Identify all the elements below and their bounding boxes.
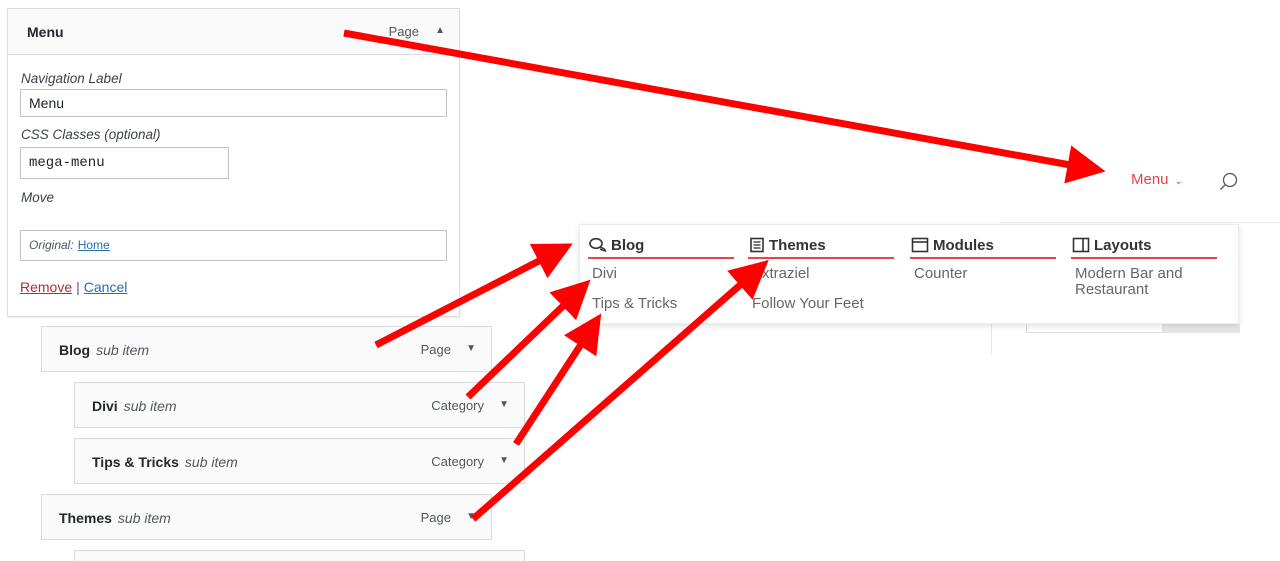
- window-icon: [911, 237, 929, 253]
- mega-link[interactable]: Extraziel: [748, 266, 894, 282]
- mega-link[interactable]: Divi: [588, 266, 734, 282]
- cancel-link[interactable]: Cancel: [84, 279, 128, 295]
- sub-item-title: Divi sub item: [92, 398, 177, 414]
- navigation-label-input[interactable]: [20, 89, 447, 117]
- chevron-down-icon: ⌄: [1174, 176, 1183, 187]
- sub-item-tips-tricks[interactable]: Tips & Tricks sub item Category ▼: [74, 438, 525, 484]
- expand-arrow-icon[interactable]: ▼: [466, 343, 476, 354]
- remove-link[interactable]: Remove: [20, 279, 72, 295]
- item-actions: Remove | Cancel: [20, 279, 127, 295]
- expand-arrow-icon[interactable]: ▼: [499, 455, 509, 466]
- sub-item-suffix: sub item: [96, 342, 150, 358]
- book-icon: [750, 237, 764, 253]
- sub-item-type: Page: [420, 342, 451, 357]
- navigation-label-caption: Navigation Label: [21, 71, 122, 86]
- mega-column-heading[interactable]: Layouts: [1071, 233, 1217, 259]
- sub-item-suffix: sub item: [117, 510, 171, 526]
- mega-column-blog: Blog Divi Tips & Tricks: [588, 233, 734, 312]
- original-home-link[interactable]: Home: [78, 238, 110, 252]
- collapse-arrow-icon[interactable]: ▲: [435, 25, 445, 36]
- original-caption: Original:: [29, 238, 74, 252]
- sub-item-type: Page: [420, 510, 451, 525]
- chat-bubbles-icon: [589, 237, 607, 252]
- original-link-box: Original: Home: [20, 230, 447, 261]
- sub-item-title: Themes sub item: [59, 510, 171, 526]
- menu-item-bar[interactable]: Menu Page ▲: [8, 9, 459, 55]
- expand-arrow-icon[interactable]: ▼: [466, 511, 476, 522]
- menu-item-settings-panel: Menu Page ▲ Navigation Label CSS Classes…: [7, 8, 460, 317]
- arrow-tips-to-tips: [513, 313, 602, 446]
- mega-link[interactable]: Follow Your Feet: [748, 296, 894, 312]
- menu-item-type: Page: [388, 24, 419, 39]
- mega-menu-dropdown: Blog Divi Tips & Tricks Themes Extraziel…: [579, 224, 1239, 324]
- sub-item-partial[interactable]: [74, 550, 525, 561]
- mega-column-heading[interactable]: Themes: [748, 233, 894, 259]
- layout-icon: [1072, 237, 1090, 253]
- mega-column-heading[interactable]: Blog: [588, 233, 734, 259]
- mega-column-heading[interactable]: Modules: [910, 233, 1056, 259]
- mega-column-modules: Modules Counter: [910, 233, 1056, 282]
- sub-item-themes[interactable]: Themes sub item Page ▼: [41, 494, 492, 540]
- mega-column-layouts: Layouts Modern Bar and Restaurant: [1071, 233, 1217, 298]
- sidebar-divider: [991, 324, 992, 354]
- mega-link[interactable]: Counter: [910, 266, 1056, 282]
- sub-item-blog[interactable]: Blog sub item Page ▼: [41, 326, 492, 372]
- mega-link[interactable]: Tips & Tricks: [588, 296, 734, 312]
- css-classes-caption: CSS Classes (optional): [21, 127, 161, 142]
- search-icon[interactable]: [1217, 170, 1241, 194]
- expand-arrow-icon[interactable]: ▼: [499, 399, 509, 410]
- sub-item-title: Blog sub item: [59, 342, 150, 358]
- mega-link[interactable]: Modern Bar and Restaurant: [1071, 266, 1201, 298]
- move-caption: Move: [21, 190, 55, 205]
- sub-item-type: Category: [431, 454, 484, 469]
- nav-menu-link[interactable]: Menu ⌄: [1131, 171, 1183, 188]
- sub-item-suffix: sub item: [123, 398, 177, 414]
- sidebar-search-button[interactable]: [1162, 324, 1240, 333]
- css-classes-input[interactable]: [20, 147, 229, 179]
- mega-column-themes: Themes Extraziel Follow Your Feet: [748, 233, 894, 312]
- header-divider: [1000, 222, 1280, 223]
- menu-item-title: Menu: [27, 24, 64, 40]
- sub-item-title: Tips & Tricks sub item: [92, 454, 238, 470]
- sub-item-type: Category: [431, 398, 484, 413]
- actions-separator: |: [76, 279, 80, 295]
- sub-item-suffix: sub item: [184, 454, 238, 470]
- sub-item-divi[interactable]: Divi sub item Category ▼: [74, 382, 525, 428]
